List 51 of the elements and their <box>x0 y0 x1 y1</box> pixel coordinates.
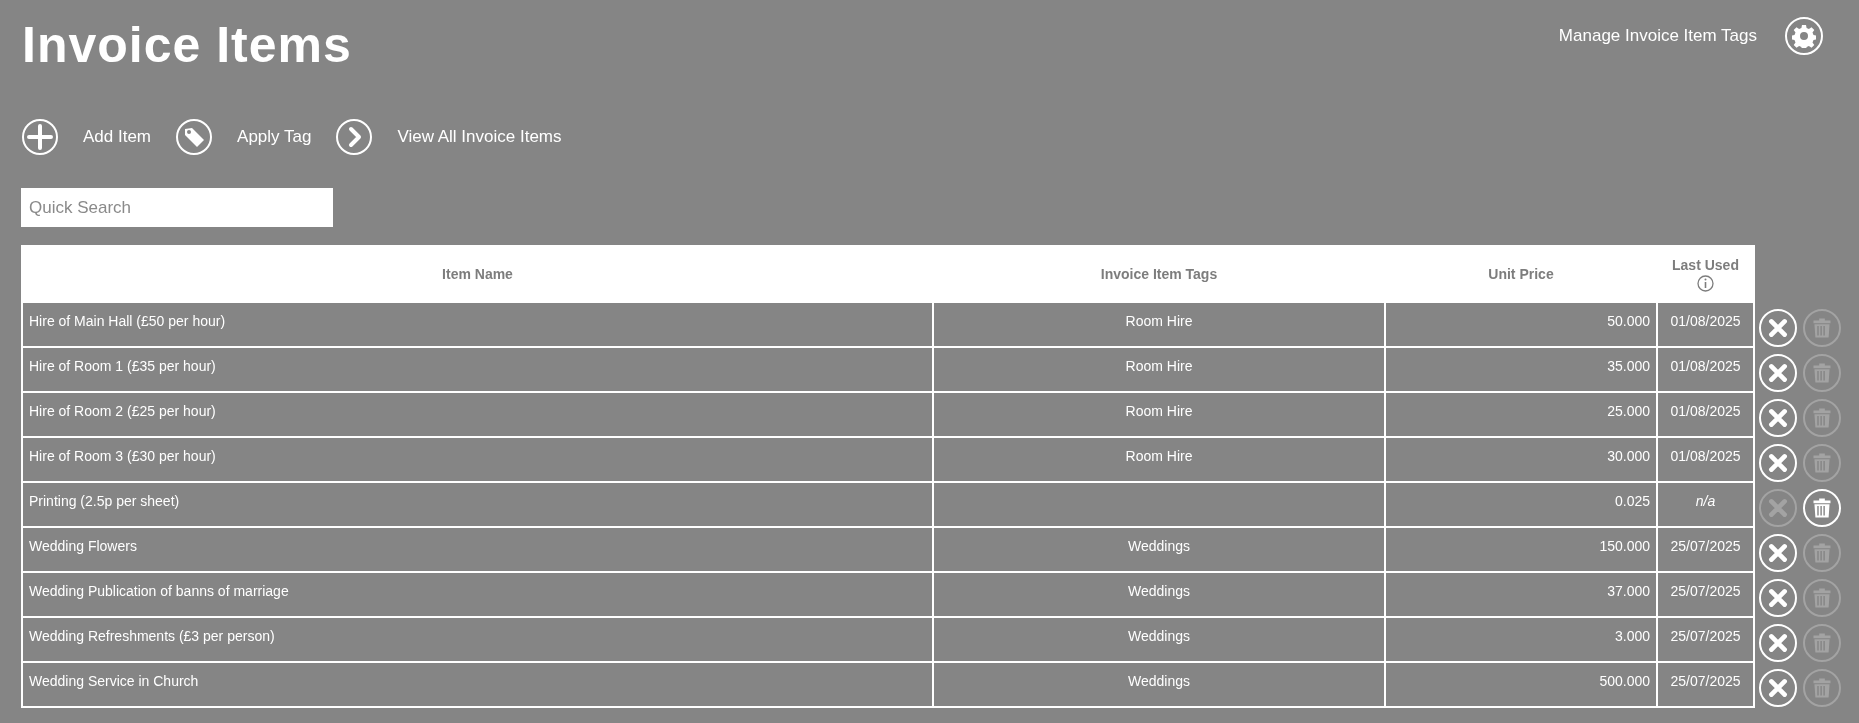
settings-button[interactable] <box>1785 17 1823 55</box>
last-used-cell: 25/07/2025 <box>1658 528 1753 571</box>
info-icon[interactable] <box>1697 274 1714 292</box>
unit-price-cell: 150.000 <box>1386 528 1656 571</box>
plus-icon[interactable] <box>21 118 59 156</box>
last-used-cell: 25/07/2025 <box>1658 573 1753 616</box>
unit-price-cell: 50.000 <box>1386 303 1656 346</box>
tag-icon[interactable] <box>175 118 214 156</box>
item-name-cell: Hire of Room 1 (£35 per hour) <box>23 348 932 391</box>
unit-price-cell: 35.000 <box>1386 348 1656 391</box>
unit-price-cell: 3.000 <box>1386 618 1656 661</box>
last-used-cell: 25/07/2025 <box>1658 618 1753 661</box>
tag-cell: Weddings <box>934 573 1384 616</box>
item-name-cell: Printing (2.5p per sheet) <box>23 483 932 526</box>
unit-price-cell: 500.000 <box>1386 663 1656 706</box>
item-name-cell: Hire of Main Hall (£50 per hour) <box>23 303 932 346</box>
page-title: Invoice Items <box>22 16 352 75</box>
last-used-cell: 01/08/2025 <box>1658 303 1753 346</box>
unit-price-cell: 0.025 <box>1386 483 1656 526</box>
column-header: Invoice Item Tags <box>1100 266 1218 282</box>
item-name-cell: Wedding Publication of banns of marriage <box>23 573 932 616</box>
chevron-right-icon[interactable] <box>335 118 374 156</box>
last-used-cell: 01/08/2025 <box>1658 393 1753 436</box>
unit-price-cell: 25.000 <box>1386 393 1656 436</box>
unit-price-cell: 30.000 <box>1386 438 1656 481</box>
settings-icon <box>1792 24 1816 48</box>
last-used-cell: n/a <box>1658 483 1753 526</box>
last-used-cell: 25/07/2025 <box>1658 663 1753 706</box>
tag-cell: Room Hire <box>934 348 1384 391</box>
column-header: Item Name <box>442 266 513 282</box>
tag-cell: Weddings <box>934 618 1384 661</box>
item-name-cell: Wedding Refreshments (£3 per person) <box>23 618 932 661</box>
last-used-cell: 01/08/2025 <box>1658 438 1753 481</box>
column-header: Unit Price <box>1488 266 1554 282</box>
manage-tags-link[interactable]: Manage Invoice Item Tags <box>1558 26 1757 46</box>
item-name-cell: Hire of Room 2 (£25 per hour) <box>23 393 932 436</box>
tag-cell: Room Hire <box>934 303 1384 346</box>
quick-search-field[interactable]: Quick Search <box>21 188 333 227</box>
tag-cell: Weddings <box>934 663 1384 706</box>
tag-cell: Weddings <box>934 528 1384 571</box>
toolbar-link[interactable]: Add Item <box>83 127 152 147</box>
item-name-cell: Hire of Room 3 (£30 per hour) <box>23 438 932 481</box>
item-name-cell: Wedding Service in Church <box>23 663 932 706</box>
column-header: Last Used <box>1672 256 1739 273</box>
unit-price-cell: 37.000 <box>1386 573 1656 616</box>
tag-cell: Room Hire <box>934 438 1384 481</box>
item-name-cell: Wedding Flowers <box>23 528 932 571</box>
toolbar-link[interactable]: Apply Tag <box>237 127 312 147</box>
tag-cell: Room Hire <box>934 393 1384 436</box>
last-used-cell: 01/08/2025 <box>1658 348 1753 391</box>
toolbar-link[interactable]: View All Invoice Items <box>397 127 562 147</box>
